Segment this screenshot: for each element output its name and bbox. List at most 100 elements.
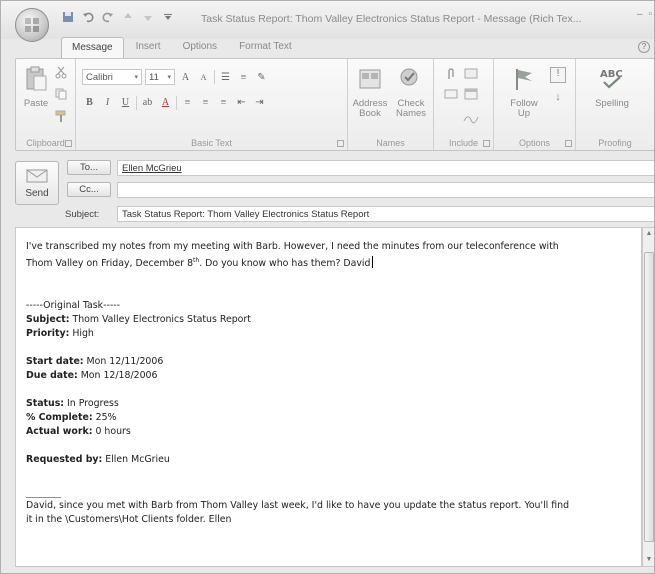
ribbon-tabs: Message Insert Options Format Text xyxy=(61,37,302,59)
shrink-font-icon[interactable]: A xyxy=(196,70,211,85)
italic-icon[interactable]: I xyxy=(100,95,115,110)
options-label: Options xyxy=(518,138,551,148)
task-due-date: Due date: Mon 12/18/2006 xyxy=(26,370,158,382)
undo-icon[interactable] xyxy=(81,10,95,24)
office-button[interactable] xyxy=(15,8,49,42)
include-launcher[interactable] xyxy=(483,140,490,147)
font-size-select[interactable]: 11 ▾ xyxy=(145,69,175,85)
subject-field[interactable]: Task Status Report: Thom Valley Electron… xyxy=(117,206,654,222)
check-names-button[interactable]: Check Names xyxy=(390,65,432,119)
flag-icon xyxy=(516,69,532,90)
increase-indent-icon[interactable]: ⇥ xyxy=(252,95,267,110)
follow-up-button[interactable]: Follow Up xyxy=(504,65,544,119)
copy-icon[interactable] xyxy=(54,87,68,101)
message-window: Task Status Report: Thom Valley Electron… xyxy=(0,0,655,574)
cut-icon[interactable] xyxy=(54,65,68,79)
task-priority: Priority: High xyxy=(26,328,94,340)
task-status: Status: In Progress xyxy=(26,398,119,410)
calendar-icon[interactable] xyxy=(464,87,480,101)
options-group: Follow Up ! ↓ Options xyxy=(494,59,576,150)
include-group: Include xyxy=(434,59,494,150)
original-task-header: -----Original Task----- xyxy=(26,300,120,312)
text-cursor xyxy=(372,256,374,269)
help-icon[interactable]: ? xyxy=(638,41,650,53)
names-group: Address Book Check Names Names xyxy=(348,59,434,150)
check-names-icon xyxy=(400,68,418,86)
customize-icon[interactable] xyxy=(161,10,175,24)
minimize-icon[interactable]: – xyxy=(637,9,643,20)
to-field[interactable]: Ellen McGrieu xyxy=(117,160,654,176)
numbering-icon[interactable]: ≡ xyxy=(236,70,251,85)
decrease-indent-icon[interactable]: ⇤ xyxy=(234,95,249,110)
importance-high-icon[interactable]: ! xyxy=(550,67,566,83)
font-name-select[interactable]: Calibri ▾ xyxy=(82,69,142,85)
font-color-icon[interactable]: A xyxy=(158,95,173,110)
task-subject: Subject: Thom Valley Electronics Status … xyxy=(26,314,251,326)
task-actual-work: Actual work: 0 hours xyxy=(26,426,131,438)
business-card-icon[interactable] xyxy=(444,87,458,101)
message-body[interactable]: I've transcribed my notes from my meetin… xyxy=(15,227,642,567)
office-logo-icon xyxy=(25,18,39,32)
tab-options[interactable]: Options xyxy=(173,37,227,59)
options-launcher[interactable] xyxy=(565,140,572,147)
clipboard-launcher[interactable] xyxy=(65,140,72,147)
spelling-icon: ABC xyxy=(600,69,623,89)
signature-divider: __________ xyxy=(26,490,61,499)
align-right-icon[interactable]: ≡ xyxy=(216,95,231,110)
cc-field[interactable] xyxy=(117,182,654,198)
basic-text-label: Basic Text xyxy=(191,138,232,148)
attach-item-icon[interactable] xyxy=(464,67,480,81)
attach-file-icon[interactable] xyxy=(444,67,458,81)
grow-font-icon[interactable]: A xyxy=(178,70,193,85)
window-controls: – ▫ xyxy=(637,9,652,20)
to-button[interactable]: To... xyxy=(67,160,111,175)
intro-line-2: Thom Valley on Friday, December 8th. Do … xyxy=(26,254,631,271)
address-book-icon xyxy=(359,69,381,89)
spelling-button[interactable]: ABC Spelling xyxy=(590,65,634,109)
scroll-up-icon[interactable]: ▲ xyxy=(644,229,654,239)
ribbon: Paste Clipboard Calibri ▾ 11 ▾ A A ☰ ≡ ✎… xyxy=(15,58,654,151)
names-label: Names xyxy=(376,138,405,148)
styles-icon[interactable]: ✎ xyxy=(254,70,269,85)
align-left-icon[interactable]: ≡ xyxy=(180,95,195,110)
down-icon[interactable] xyxy=(141,10,155,24)
closing-line-2: it in the \Customers\Hot Clients folder.… xyxy=(26,514,232,526)
intro-line-1: I've transcribed my notes from my meetin… xyxy=(26,241,559,252)
redo-icon[interactable] xyxy=(101,10,115,24)
format-row: B I U ab A ≡ ≡ ≡ ⇤ ⇥ xyxy=(82,95,267,110)
basic-text-launcher[interactable] xyxy=(337,140,344,147)
bold-icon[interactable]: B xyxy=(82,95,97,110)
address-book-button[interactable]: Address Book xyxy=(350,65,390,119)
subject-label: Subject: xyxy=(65,209,100,220)
bullets-icon[interactable]: ☰ xyxy=(218,70,233,85)
importance-low-icon[interactable]: ↓ xyxy=(550,91,566,107)
tab-format-text[interactable]: Format Text xyxy=(229,37,302,59)
scroll-down-icon[interactable]: ▼ xyxy=(644,555,654,565)
save-icon[interactable] xyxy=(61,10,75,24)
highlight-icon[interactable]: ab xyxy=(140,95,155,110)
to-recipient[interactable]: Ellen McGrieu xyxy=(122,163,182,174)
send-button[interactable]: Send xyxy=(15,161,59,205)
clipboard-group: Paste Clipboard xyxy=(16,59,76,150)
up-icon[interactable] xyxy=(121,10,135,24)
title-bar: Task Status Report: Thom Valley Electron… xyxy=(1,1,654,42)
cc-button[interactable]: Cc... xyxy=(67,182,111,197)
format-painter-icon[interactable] xyxy=(54,109,68,123)
send-icon xyxy=(26,169,48,183)
window-title: Task Status Report: Thom Valley Electron… xyxy=(201,13,582,25)
message-header: Send To... Ellen McGrieu Cc... Subject: … xyxy=(15,157,654,227)
paste-button[interactable]: Paste xyxy=(20,65,52,109)
scroll-thumb[interactable] xyxy=(644,252,654,542)
align-center-icon[interactable]: ≡ xyxy=(198,95,213,110)
task-start-date: Start date: Mon 12/11/2006 xyxy=(26,356,164,368)
proofing-group: ABC Spelling Proofing xyxy=(576,59,654,150)
underline-icon[interactable]: U xyxy=(118,95,133,110)
maximize-icon[interactable]: ▫ xyxy=(648,9,652,20)
tab-message[interactable]: Message xyxy=(61,37,124,59)
signature-icon[interactable] xyxy=(462,111,480,125)
vertical-scrollbar[interactable]: ▲ ▼ xyxy=(642,227,654,567)
proofing-label: Proofing xyxy=(598,138,632,148)
tab-insert[interactable]: Insert xyxy=(126,37,171,59)
paste-icon xyxy=(26,66,47,91)
basic-text-group: Calibri ▾ 11 ▾ A A ☰ ≡ ✎ B I U ab A ≡ ≡ … xyxy=(76,59,348,150)
